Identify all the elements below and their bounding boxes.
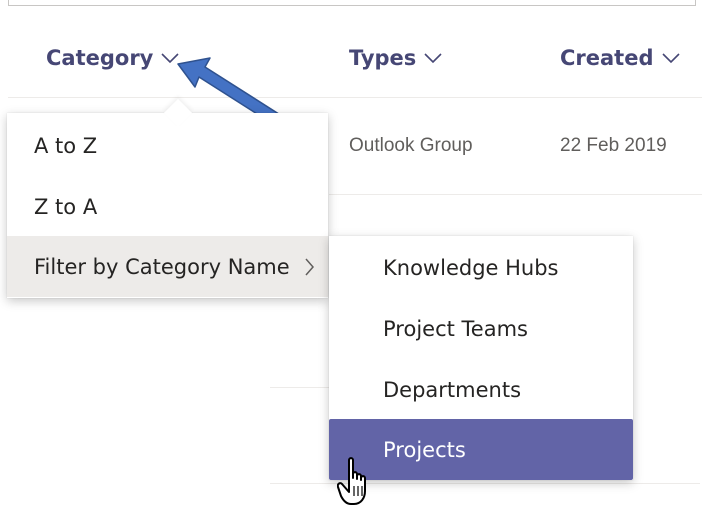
column-header-created[interactable]: Created — [560, 46, 680, 70]
menu-item-label: Z to A — [34, 194, 98, 219]
row-divider — [329, 194, 702, 195]
filter-option-departments[interactable]: Departments — [329, 359, 633, 420]
row-divider — [270, 387, 330, 388]
column-header-created-label: Created — [560, 46, 654, 70]
chevron-down-icon — [424, 53, 442, 64]
menu-item-z-to-a[interactable]: Z to A — [7, 176, 328, 237]
top-panel-edge — [8, 0, 696, 6]
menu-item-filter-by-category[interactable]: Filter by Category Name — [7, 236, 328, 297]
hand-pointer-icon — [337, 457, 366, 505]
column-header-category-label: Category — [46, 46, 154, 70]
filter-option-project-teams[interactable]: Project Teams — [329, 298, 633, 359]
filter-option-label: Knowledge Hubs — [383, 255, 559, 280]
filter-option-knowledge-hubs[interactable]: Knowledge Hubs — [329, 237, 633, 298]
menu-item-label: Filter by Category Name — [34, 254, 290, 279]
row-divider — [270, 483, 700, 484]
column-header-types-label: Types — [349, 46, 417, 70]
table-cell-created: 22 Feb 2019 — [560, 135, 667, 156]
menu-item-label: A to Z — [34, 133, 98, 158]
column-header-types[interactable]: Types — [349, 46, 442, 70]
category-sort-menu: A to Z Z to A Filter by Category Name — [7, 98, 328, 298]
chevron-down-icon — [661, 53, 680, 64]
filter-option-label: Departments — [383, 377, 522, 402]
filter-option-label: Projects — [383, 437, 466, 462]
chevron-right-icon — [305, 258, 314, 276]
column-header-category[interactable]: Category — [46, 46, 179, 70]
category-filter-submenu: Knowledge Hubs Project Teams Departments… — [329, 236, 633, 480]
table-cell-type: Outlook Group — [349, 135, 473, 156]
filter-option-label: Project Teams — [383, 316, 528, 341]
menu-item-a-to-z[interactable]: A to Z — [7, 115, 328, 176]
row-divider — [8, 97, 702, 98]
